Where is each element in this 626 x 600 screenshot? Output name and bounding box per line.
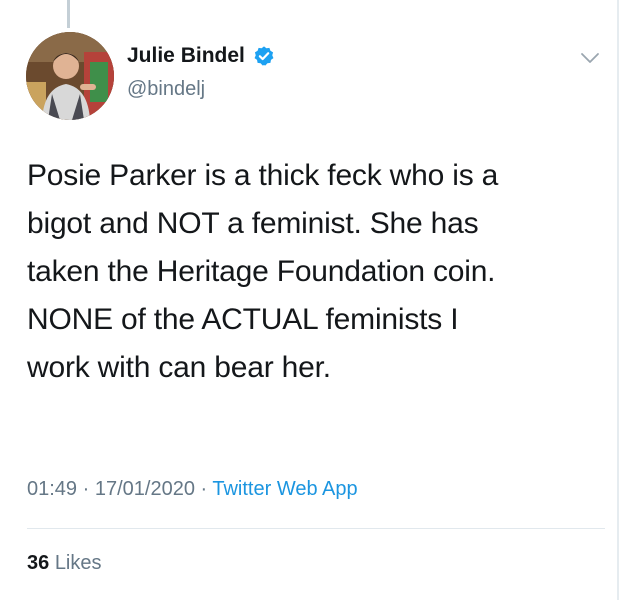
- tweet-text-line: bigot and NOT a feminist. She has: [27, 207, 479, 240]
- divider: [27, 528, 605, 529]
- tweet-metadata: 01:49 · 17/01/2020 · Twitter Web App: [27, 478, 358, 501]
- likes-stat[interactable]: 36 Likes: [27, 552, 102, 575]
- account-name-row[interactable]: Julie Bindel: [127, 44, 275, 68]
- verified-badge-icon: [253, 45, 275, 67]
- display-name[interactable]: Julie Bindel: [127, 44, 245, 68]
- avatar-photo: [26, 32, 114, 120]
- thread-connector-line: [67, 0, 70, 28]
- panel-border: [617, 0, 619, 600]
- tweet-date[interactable]: 17/01/2020: [95, 478, 195, 500]
- tweet-source-link[interactable]: Twitter Web App: [212, 478, 357, 500]
- avatar[interactable]: [26, 32, 114, 120]
- likes-label: Likes: [54, 552, 102, 574]
- likes-count: 36: [27, 552, 50, 574]
- tweet-text: Posie Parker is a thick feck who is a bi…: [27, 152, 602, 392]
- chevron-down-icon[interactable]: [578, 50, 602, 66]
- tweet-text-line: taken the Heritage Foundation coin.: [27, 255, 496, 288]
- tweet-text-line: NONE of the ACTUAL feminists I: [27, 303, 459, 336]
- tweet-time[interactable]: 01:49: [27, 478, 77, 500]
- tweet-text-line: work with can bear her.: [27, 351, 331, 384]
- meta-separator: ·: [194, 478, 213, 500]
- meta-separator: ·: [77, 478, 95, 500]
- tweet-text-line: Posie Parker is a thick feck who is a: [27, 159, 499, 192]
- account-handle[interactable]: @bindelj: [127, 78, 205, 101]
